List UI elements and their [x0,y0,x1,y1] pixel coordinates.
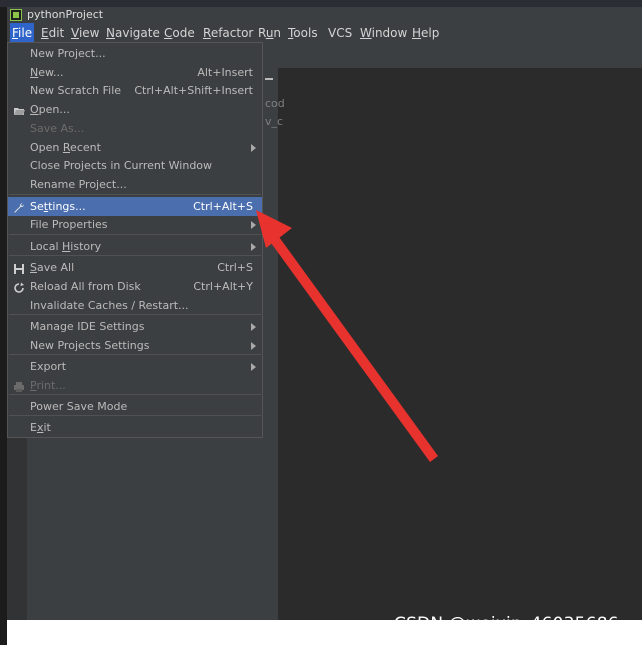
menu-item-label: Manage IDE Settings [30,320,145,333]
menu-item-label: Save All [30,261,75,274]
menu-view[interactable]: View [69,23,101,44]
menu-separator [9,415,261,416]
title-bar: pythonProject [7,7,642,23]
panel-minimize-icon[interactable] [265,78,273,80]
submenu-arrow-icon [251,243,256,251]
menu-item-exit[interactable]: Exit [8,418,262,437]
menu-item-new-project[interactable]: New Project... [8,44,262,63]
menu-tools[interactable]: Tools [286,23,320,44]
screenshot-frame: pythonProject File Edit View Navigate Code Re… [0,0,642,645]
menu-item-invalidate-caches-restart[interactable]: Invalidate Caches / Restart... [8,296,262,315]
menu-item-file-properties[interactable]: File Properties [8,215,262,234]
menu-item-shortcut: Ctrl+S [217,261,253,274]
window-left-edge [0,7,7,645]
menu-item-label: Reload All from Disk [30,280,141,293]
wrench-icon [13,201,25,213]
menu-separator [9,194,261,195]
menu-item-shortcut: Ctrl+Alt+Shift+Insert [134,84,253,97]
menu-separator [9,255,261,256]
menu-separator [9,234,261,235]
menu-item-label: Export [30,360,67,373]
reload-icon [13,281,25,293]
menu-item-label: Invalidate Caches / Restart... [30,299,189,312]
menu-edit[interactable]: Edit [39,23,66,44]
submenu-arrow-icon [251,221,256,229]
menu-item-label: Local History [30,240,102,253]
save-icon [13,262,25,274]
pycharm-icon [10,9,22,21]
menu-help[interactable]: Help [410,23,441,44]
print-icon [13,380,25,392]
menu-item-new[interactable]: New... Alt+Insert [8,63,262,82]
menu-bar: File Edit View Navigate Code Refactor Run Tools… [7,23,642,44]
submenu-arrow-icon [251,144,256,152]
menu-item-shortcut: Ctrl+Alt+S [193,200,253,213]
menu-item-power-save-mode[interactable]: Power Save Mode [8,397,262,416]
submenu-arrow-icon [251,342,256,350]
menu-item-print: Print... [8,376,262,395]
menu-item-label: Open Recent [30,141,101,154]
menu-item-settings[interactable]: Settings... Ctrl+Alt+S [8,197,262,216]
menu-file[interactable]: File [10,23,35,44]
menu-item-label: New Projects Settings [30,339,150,352]
watermark: CSDN @weixin_46035686 [394,614,619,634]
menu-item-label: File Properties [30,218,108,231]
menu-item-label: Close Projects in Current Window [30,159,213,172]
desktop-top-strip [0,0,642,7]
menu-item-local-history[interactable]: Local History [8,237,262,256]
menu-item-new-projects-settings[interactable]: New Projects Settings [8,336,262,355]
menu-item-manage-ide-settings[interactable]: Manage IDE Settings [8,317,262,336]
editor-area[interactable] [278,68,642,620]
menu-item-open-recent[interactable]: Open Recent [8,138,262,157]
menu-item-label: Exit [30,421,51,434]
panel-text-fragment: v_c [265,115,284,128]
menu-item-label: Print... [30,379,66,392]
menu-window[interactable]: Window [358,23,409,44]
menu-separator [9,394,261,395]
menu-vcs[interactable]: VCS [326,23,354,44]
menu-item-label: Settings... [30,200,86,213]
menu-item-label: Rename Project... [30,178,127,191]
menu-separator [9,354,261,355]
menu-item-save-all[interactable]: Save All Ctrl+S [8,258,262,277]
panel-text-fragment: cod [265,97,285,110]
menu-item-close-projects-in-current-window[interactable]: Close Projects in Current Window [8,156,262,175]
menu-item-save-as: Save As... [8,119,262,138]
menu-item-shortcut: Alt+Insert [197,66,253,79]
menu-refactor[interactable]: Refactor [201,23,255,44]
menu-code[interactable]: Code [162,23,197,44]
menu-run[interactable]: Run [256,23,283,44]
menu-separator [9,314,261,315]
menu-item-new-scratch-file[interactable]: New Scratch File Ctrl+Alt+Shift+Insert [8,81,262,100]
submenu-arrow-icon [251,323,256,331]
menu-item-open[interactable]: Open... [8,100,262,119]
window-title: pythonProject [27,8,104,21]
menu-item-label: Power Save Mode [30,400,128,413]
folder-open-icon [13,104,25,116]
menu-item-label: Save As... [30,122,85,135]
menu-item-reload-all-from-disk[interactable]: Reload All from Disk Ctrl+Alt+Y [8,277,262,296]
file-menu-dropdown: New Project... New... Alt+Insert New Scratc… [7,42,263,438]
menu-item-label: New... [30,66,64,79]
menu-item-export[interactable]: Export [8,357,262,376]
menu-item-label: Open... [30,103,70,116]
menu-item-label: New Project... [30,47,106,60]
submenu-arrow-icon [251,363,256,371]
menu-item-rename-project[interactable]: Rename Project... [8,175,262,194]
menu-navigate[interactable]: Navigate [104,23,162,44]
menu-item-shortcut: Ctrl+Alt+Y [193,280,253,293]
menu-item-label: New Scratch File [30,84,122,97]
